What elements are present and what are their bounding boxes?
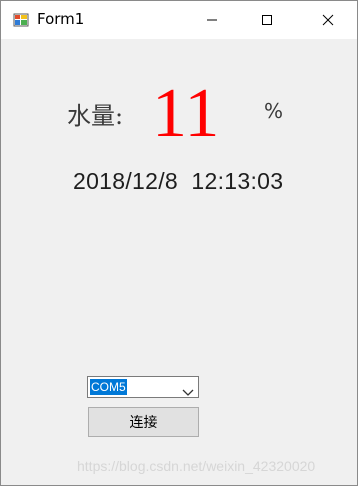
water-level-label: 水量: <box>67 102 124 130</box>
port-select-value[interactable]: COM5 <box>90 379 127 395</box>
app-window: Form1 水量: 11 % 2018/12/8 12:13:03 COM5 连… <box>0 0 358 486</box>
maximize-icon <box>261 11 273 30</box>
title-bar[interactable]: Form1 <box>1 1 357 39</box>
connect-button[interactable]: 连接 <box>88 407 199 437</box>
maximize-button[interactable] <box>244 1 290 39</box>
window-title: Form1 <box>37 10 85 28</box>
watermark-text: https://blog.csdn.net/weixin_42320020 <box>77 458 316 474</box>
winforms-app-icon[interactable] <box>13 12 29 28</box>
minimize-button[interactable] <box>189 1 235 39</box>
close-icon <box>322 11 334 30</box>
datetime-label: 2018/12/8 12:13:03 <box>73 168 284 194</box>
close-button[interactable] <box>305 1 351 39</box>
chevron-down-icon[interactable] <box>182 382 194 396</box>
port-select-combobox[interactable]: COM5 <box>87 376 199 398</box>
water-level-value: 11 <box>152 75 220 152</box>
percent-unit-label: % <box>264 99 284 123</box>
minimize-icon <box>206 11 218 30</box>
form-client-area: 水量: 11 % 2018/12/8 12:13:03 COM5 连接 http… <box>1 39 357 485</box>
